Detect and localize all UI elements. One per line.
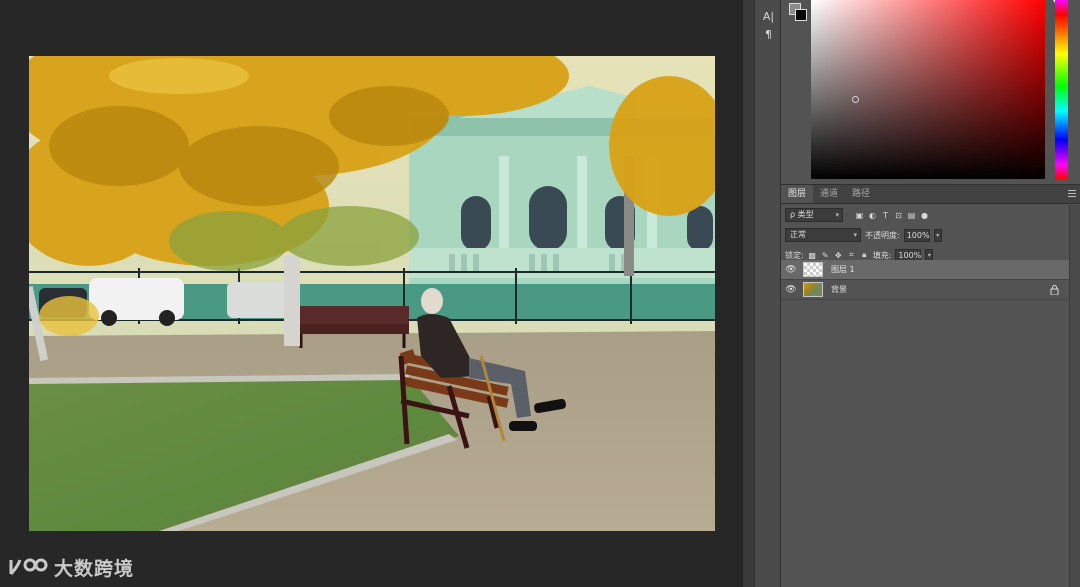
visibility-eye-icon[interactable]: 👁︎ — [781, 285, 801, 295]
tab-paths[interactable]: 路径 — [845, 185, 877, 203]
layer-name: 图层 1 — [831, 265, 855, 274]
layer-list: 👁︎ 图层 1 👁︎ 背景 — [781, 260, 1069, 300]
lock-all-icon[interactable]: 🔒︎ — [860, 250, 869, 260]
filter-kind-dropdown[interactable]: ρ 类型 ▾ — [785, 208, 843, 222]
filter-kind-label: ρ 类型 — [790, 210, 814, 219]
character-panel-icon[interactable]: A| — [755, 8, 782, 26]
saturation-brightness-field[interactable] — [811, 0, 1045, 179]
lock-label: 锁定: — [785, 250, 804, 260]
watermark-text: 大数跨境 — [54, 557, 135, 580]
fill-label: 填充: — [872, 250, 892, 260]
watermark-logo-icon — [9, 558, 48, 575]
blend-mode-dropdown[interactable]: 正常 ▾ — [785, 228, 861, 242]
layer-thumbnail — [803, 282, 823, 297]
panel-menu-icon[interactable] — [1068, 190, 1076, 197]
opacity-input[interactable]: 100% — [903, 228, 930, 242]
tab-channels[interactable]: 通道 — [813, 185, 845, 203]
layer-name: 背景 — [831, 285, 847, 294]
paragraph-panel-icon[interactable]: ¶ — [755, 26, 782, 44]
panel-icon-strip: A| ¶ — [754, 0, 781, 587]
color-picker-cursor[interactable] — [852, 96, 859, 103]
filter-smart-object-icon[interactable]: ▤ — [907, 211, 916, 220]
filter-shape-icon[interactable]: ⊡ — [894, 211, 903, 220]
hue-slider[interactable] — [1055, 0, 1068, 179]
layer-thumbnail — [803, 262, 823, 277]
layer-lock-icon[interactable] — [1050, 285, 1059, 295]
layer-row-background[interactable]: 👁︎ 背景 — [781, 280, 1069, 300]
blend-mode-label: 正常 — [790, 230, 806, 239]
visibility-eye-icon[interactable]: 👁︎ — [781, 265, 801, 275]
lock-image-pixels-icon[interactable]: ✎ — [821, 251, 830, 260]
layer-row-layer-1[interactable]: 👁︎ 图层 1 — [781, 260, 1069, 280]
chevron-down-icon: ▾ — [835, 211, 839, 219]
lock-position-icon[interactable]: ✥ — [834, 251, 843, 260]
filter-pixel-icon[interactable]: ▣ — [855, 211, 864, 220]
filter-adjustment-icon[interactable]: ◐ — [868, 211, 877, 220]
filter-type-icon[interactable]: T — [881, 211, 890, 220]
watermark: 大数跨境 — [8, 552, 134, 582]
filter-toggle-icon[interactable]: ● — [920, 211, 929, 220]
tab-layers[interactable]: 图层 — [781, 185, 814, 203]
canvas-vertical-scrollbar[interactable] — [742, 0, 754, 587]
layers-panel-tabs: 图层 通道 路径 — [781, 185, 1080, 204]
layers-panel: 图层 通道 路径 ρ 类型 ▾ ▣ ◐ T ⊡ ▤ ● 正常 ▾ 不透明度: 1… — [781, 184, 1080, 587]
blend-opacity-row: 正常 ▾ 不透明度: 100% ▾ — [781, 226, 1080, 244]
color-picker-panel — [781, 0, 1080, 183]
photoshop-window: 大数跨境 A| ¶ 图层 通道 路径 ρ 类型 ▾ ▣ ◐ T ⊡ ▤ ● 正常… — [0, 0, 1080, 587]
document-image[interactable] — [29, 56, 715, 531]
layer-filter-row: ρ 类型 ▾ ▣ ◐ T ⊡ ▤ ● — [781, 206, 1080, 224]
background-color-swatch[interactable] — [795, 9, 807, 21]
lock-artboard-icon[interactable]: ⌗ — [847, 250, 856, 260]
opacity-dropdown-icon[interactable]: ▾ — [933, 228, 942, 242]
lock-transparent-pixels-icon[interactable]: ▩ — [808, 251, 817, 260]
document-canvas-area[interactable]: 大数跨境 — [0, 0, 742, 587]
layers-panel-scrollbar[interactable] — [1069, 205, 1080, 587]
right-panels: 图层 通道 路径 ρ 类型 ▾ ▣ ◐ T ⊡ ▤ ● 正常 ▾ 不透明度: 1… — [781, 0, 1080, 587]
chevron-down-icon: ▾ — [853, 231, 857, 239]
opacity-label: 不透明度: — [865, 230, 900, 240]
